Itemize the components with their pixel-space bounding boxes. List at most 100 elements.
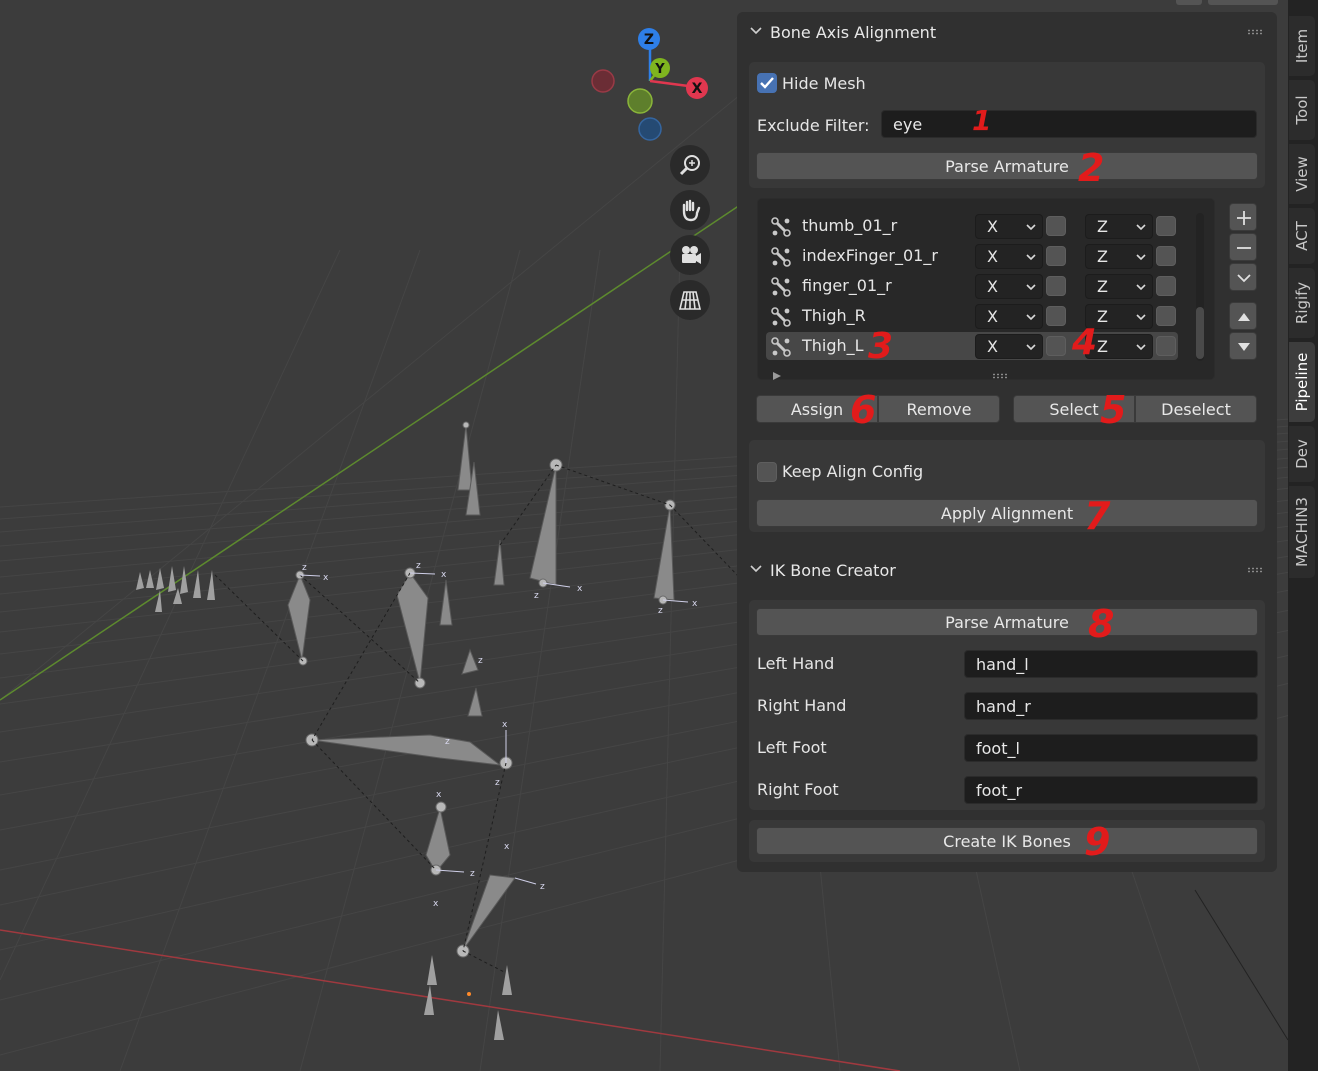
primary-axis-invert-checkbox[interactable] (1046, 216, 1066, 236)
svg-text:x: x (441, 570, 447, 580)
tab-item[interactable]: Item (1289, 16, 1315, 76)
neg-y-handle (627, 88, 653, 114)
ik-bone-creator-header[interactable]: IK Bone Creator (737, 552, 1277, 588)
chevron-down-icon (750, 27, 762, 35)
drag-grip-icon[interactable] (1247, 567, 1263, 573)
neg-z-handle (638, 117, 662, 141)
svg-text:x: x (577, 584, 583, 594)
tab-view[interactable]: View (1289, 144, 1315, 204)
list-item[interactable]: thumb_01_r X Z (766, 212, 1178, 240)
secondary-axis-dropdown[interactable]: Z (1085, 214, 1153, 239)
bone-name: Thigh_L (802, 336, 864, 355)
expand-triangle-icon[interactable] (772, 371, 782, 381)
svg-text:z: z (534, 591, 539, 601)
list-item[interactable]: Thigh_L X Z (766, 332, 1178, 360)
ortho-toggle-button[interactable] (670, 280, 710, 320)
secondary-axis-invert-checkbox[interactable] (1156, 246, 1176, 266)
remove-item-button[interactable] (1229, 233, 1257, 261)
relationship-lines (214, 464, 741, 976)
svg-text:z: z (416, 561, 421, 571)
tab-tool[interactable]: Tool (1289, 80, 1315, 140)
ik-parse-armature-button[interactable]: Parse Armature (756, 608, 1258, 636)
right-hand-input[interactable]: hand_r (964, 692, 1258, 720)
primary-axis-invert-checkbox[interactable] (1046, 276, 1066, 296)
keep-align-checkbox[interactable] (757, 462, 777, 482)
list-resize-grip-icon[interactable] (992, 373, 1008, 379)
parse-armature-button[interactable]: Parse Armature (756, 152, 1258, 180)
list-item[interactable]: indexFinger_01_r X Z (766, 242, 1178, 270)
apply-alignment-button[interactable]: Apply Alignment (756, 499, 1258, 527)
secondary-axis-invert-checkbox[interactable] (1156, 216, 1176, 236)
chevron-down-icon (1237, 274, 1251, 283)
list-scrollbar-thumb[interactable] (1196, 307, 1204, 359)
annotation-5: 5 (1100, 388, 1127, 432)
navigation-gizmo[interactable]: Z Y X (588, 26, 712, 144)
annotation-8: 8 (1088, 602, 1115, 646)
primary-axis-dropdown[interactable]: X (975, 244, 1043, 269)
camera-view-button[interactable] (670, 235, 710, 275)
primary-axis-dropdown[interactable]: X (975, 274, 1043, 299)
move-up-button[interactable] (1229, 302, 1257, 330)
svg-text:z: z (302, 563, 307, 573)
left-foot-input[interactable]: foot_l (964, 734, 1258, 762)
left-hand-input[interactable]: hand_l (964, 650, 1258, 678)
left-hand-label: Left Hand (757, 654, 835, 673)
right-foot-input[interactable]: foot_r (964, 776, 1258, 804)
chevron-down-icon (1136, 284, 1146, 291)
tab-pipeline[interactable]: Pipeline (1289, 342, 1315, 422)
svg-text:x: x (323, 573, 329, 583)
primary-axis-dropdown[interactable]: X (975, 334, 1043, 359)
annotation-9: 9 (1084, 820, 1111, 864)
triangle-down-icon (1238, 343, 1250, 351)
settings-box: Hide Mesh Exclude Filter: eye Parse Arma… (749, 62, 1265, 188)
primary-axis-dropdown[interactable]: X (975, 214, 1043, 239)
list-menu-button[interactable] (1229, 263, 1257, 291)
remove-button[interactable]: Remove (878, 395, 1000, 423)
pan-view-button[interactable] (670, 190, 710, 230)
chevron-down-icon (1136, 344, 1146, 351)
primary-axis-invert-checkbox[interactable] (1046, 306, 1066, 326)
tab-dev[interactable]: Dev (1289, 426, 1315, 482)
bone-list[interactable]: thumb_01_r X ZindexFinger_01_r X Zfinger_01_… (757, 198, 1215, 380)
primary-axis-invert-checkbox[interactable] (1046, 336, 1066, 356)
list-scrollbar-track[interactable] (1196, 213, 1204, 361)
drag-grip-icon[interactable] (1247, 29, 1263, 35)
left-foot-label: Left Foot (757, 738, 827, 757)
secondary-axis-dropdown[interactable]: Z (1085, 244, 1153, 269)
hand-icon (682, 199, 701, 222)
chevron-down-icon (1136, 254, 1146, 261)
tab-rigify[interactable]: Rigify (1289, 268, 1315, 338)
secondary-axis-dropdown[interactable]: Z (1085, 274, 1153, 299)
secondary-axis-invert-checkbox[interactable] (1156, 276, 1176, 296)
tab-act[interactable]: ACT (1289, 208, 1315, 264)
create-box: Create IK Bones (749, 820, 1265, 862)
hide-mesh-checkbox[interactable] (757, 73, 777, 93)
primary-axis-dropdown[interactable]: X (975, 304, 1043, 329)
right-hand-label: Right Hand (757, 696, 847, 715)
chevron-down-icon (1026, 254, 1036, 261)
tab-machin3[interactable]: MACHIN3 (1289, 486, 1315, 578)
x-axis-line (0, 929, 901, 1071)
zoom-view-button[interactable] (670, 145, 710, 185)
bone-axis-alignment-header[interactable]: Bone Axis Alignment (737, 14, 1277, 50)
secondary-axis-invert-checkbox[interactable] (1156, 306, 1176, 326)
exclude-filter-input[interactable]: eye (881, 110, 1257, 138)
create-ik-bones-button[interactable]: Create IK Bones (756, 827, 1258, 855)
deselect-button[interactable]: Deselect (1135, 395, 1257, 423)
grid-perspective-icon (678, 291, 702, 310)
bone-joints (295, 421, 676, 958)
annotation-2: 2 (1078, 146, 1105, 190)
y-axis-line (0, 204, 741, 701)
sidebar-panel: Bone Axis Alignment Hide Mesh Exclude Fi… (737, 12, 1277, 872)
move-down-button[interactable] (1229, 332, 1257, 360)
primary-axis-invert-checkbox[interactable] (1046, 246, 1066, 266)
exclude-filter-label: Exclude Filter: (757, 116, 870, 135)
header-button-fragment[interactable] (1176, 0, 1202, 5)
triangle-up-icon (1238, 313, 1250, 321)
list-item[interactable]: Thigh_R X Z (766, 302, 1178, 330)
header-dropdown-fragment[interactable] (1208, 0, 1278, 5)
add-item-button[interactable] (1229, 203, 1257, 231)
list-item[interactable]: finger_01_r X Z (766, 272, 1178, 300)
bone-icon (771, 277, 791, 297)
secondary-axis-invert-checkbox[interactable] (1156, 336, 1176, 356)
